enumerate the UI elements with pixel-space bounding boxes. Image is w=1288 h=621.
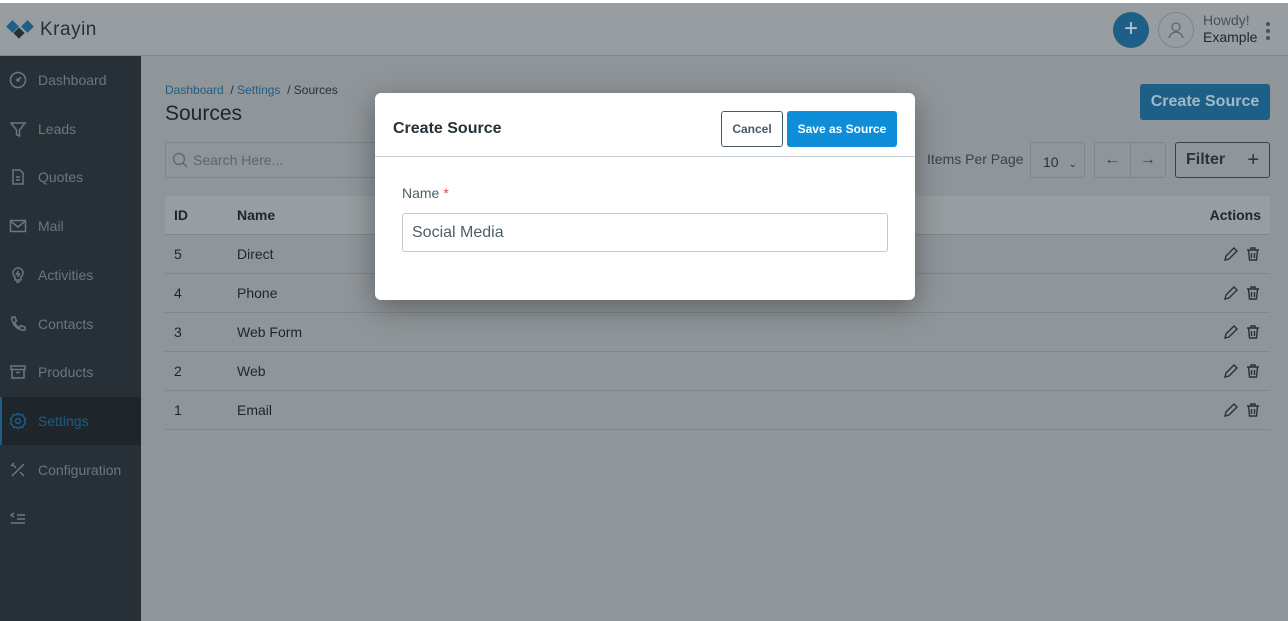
sidebar-item-label: Leads — [38, 120, 77, 137]
save-as-source-button[interactable]: Save as Source — [787, 111, 897, 147]
sidebar-item-label: Quotes — [38, 169, 84, 186]
edit-icon[interactable] — [1223, 246, 1239, 262]
tools-icon — [10, 462, 25, 477]
items-per-page-value: 10 — [1043, 154, 1059, 170]
trash-icon[interactable] — [1245, 285, 1261, 301]
table-row: 3 Web Form — [165, 313, 1270, 352]
breadcrumb: Dashboard / Settings / Sources — [165, 83, 338, 97]
trash-icon[interactable] — [1245, 324, 1261, 340]
breadcrumb-dashboard[interactable]: Dashboard — [165, 83, 224, 97]
trash-icon[interactable] — [1245, 363, 1261, 379]
user-name: Example — [1203, 29, 1258, 45]
mail-icon — [9, 219, 27, 233]
sidebar-item-leads[interactable]: Leads — [0, 105, 141, 153]
search-icon — [172, 152, 188, 168]
trash-icon[interactable] — [1245, 402, 1261, 418]
collapse-sidebar-button[interactable] — [0, 494, 141, 542]
cell-id: 3 — [174, 324, 182, 340]
sidebar-item-mail[interactable]: Mail — [0, 202, 141, 250]
arrow-left-icon[interactable]: ← — [1095, 143, 1130, 177]
row-actions — [1150, 246, 1270, 262]
greeting-text: Howdy! — [1203, 12, 1250, 28]
filter-button[interactable]: Filter + — [1175, 142, 1270, 178]
breadcrumb-current: Sources — [293, 83, 338, 97]
cancel-button[interactable]: Cancel — [721, 111, 783, 147]
cell-id: 5 — [174, 246, 182, 262]
phone-icon — [11, 315, 26, 331]
edit-icon[interactable] — [1223, 285, 1239, 301]
sidebar-item-configuration[interactable]: Configuration — [0, 446, 141, 494]
column-id[interactable]: ID — [165, 207, 237, 223]
search-placeholder: Search Here... — [193, 152, 284, 168]
archive-icon — [10, 365, 26, 379]
top-header: Krayin + Howdy! Example — [0, 3, 1288, 56]
row-actions — [1150, 285, 1270, 301]
cell-name: Web — [237, 363, 266, 379]
cell-id: 1 — [174, 402, 182, 418]
table-row: 1 Email — [165, 391, 1270, 430]
name-label: Name * — [402, 185, 449, 201]
cell-id: 2 — [174, 363, 182, 379]
sidebar-item-label: Mail — [38, 218, 64, 235]
row-actions — [1150, 363, 1270, 379]
create-source-button[interactable]: Create Source — [1140, 84, 1270, 120]
quick-create-button[interactable]: + — [1113, 12, 1149, 48]
breadcrumb-settings[interactable]: Settings — [237, 83, 280, 97]
cell-id: 4 — [174, 285, 182, 301]
sidebar-item-settings[interactable]: Settings — [0, 396, 141, 445]
sidebar-item-quotes[interactable]: Quotes — [0, 153, 141, 201]
logo[interactable]: Krayin — [6, 19, 97, 41]
sidebar-item-label: Activities — [38, 266, 94, 283]
gear-icon — [9, 412, 27, 430]
row-actions — [1150, 324, 1270, 340]
table-row: 2 Web — [165, 352, 1270, 391]
sidebar-item-label: Configuration — [38, 461, 122, 478]
document-icon — [12, 169, 24, 186]
name-label-text: Name — [402, 185, 440, 201]
bulb-icon — [12, 267, 24, 283]
edit-icon[interactable] — [1223, 363, 1239, 379]
gauge-icon — [9, 71, 27, 89]
sidebar-item-products[interactable]: Products — [0, 348, 141, 396]
items-per-page-select[interactable]: 10 ⌄ — [1030, 142, 1085, 178]
arrow-right-icon[interactable]: → — [1129, 143, 1166, 177]
modal-title: Create Source — [393, 120, 502, 137]
name-field[interactable] — [402, 213, 888, 252]
more-options-icon[interactable] — [1266, 22, 1272, 43]
collapse-icon — [9, 512, 25, 525]
krayin-logo-icon — [6, 20, 34, 39]
search-input[interactable]: Search Here... — [165, 142, 395, 178]
sidebar-item-dashboard[interactable]: Dashboard — [0, 56, 141, 104]
user-greeting[interactable]: Howdy! Example — [1203, 12, 1257, 46]
funnel-icon — [9, 121, 27, 137]
create-source-modal: Create Source Cancel Save as Source Name… — [375, 93, 915, 300]
required-mark: * — [443, 185, 449, 201]
logo-text: Krayin — [40, 19, 97, 40]
filter-label: Filter — [1186, 151, 1226, 168]
cell-name: Web Form — [237, 324, 303, 340]
chevron-down-icon: ⌄ — [1068, 159, 1077, 170]
sidebar-item-activities[interactable]: Activities — [0, 251, 141, 299]
page-title: Sources — [165, 102, 243, 125]
sidebar-item-label: Dashboard — [38, 72, 107, 88]
edit-icon[interactable] — [1223, 402, 1239, 418]
sidebar-item-label: Products — [38, 364, 94, 381]
row-actions — [1150, 402, 1270, 418]
column-actions: Actions — [1209, 207, 1261, 223]
sidebar: Dashboard Leads Quotes Mail Activities Contac… — [0, 56, 141, 621]
trash-icon[interactable] — [1245, 246, 1261, 262]
sidebar-item-label: Contacts — [38, 315, 94, 332]
sidebar-item-label: Settings — [38, 412, 89, 429]
items-per-page-label: Items Per Page — [927, 151, 1024, 167]
pagination: ← → — [1094, 142, 1166, 178]
avatar[interactable] — [1158, 12, 1194, 48]
user-icon — [1168, 22, 1184, 39]
modal-header: Create Source Cancel Save as Source — [375, 93, 915, 157]
sidebar-item-contacts[interactable]: Contacts — [0, 300, 141, 348]
plus-icon: + — [1247, 148, 1259, 171]
edit-icon[interactable] — [1223, 324, 1239, 340]
cell-name: Email — [237, 402, 273, 418]
